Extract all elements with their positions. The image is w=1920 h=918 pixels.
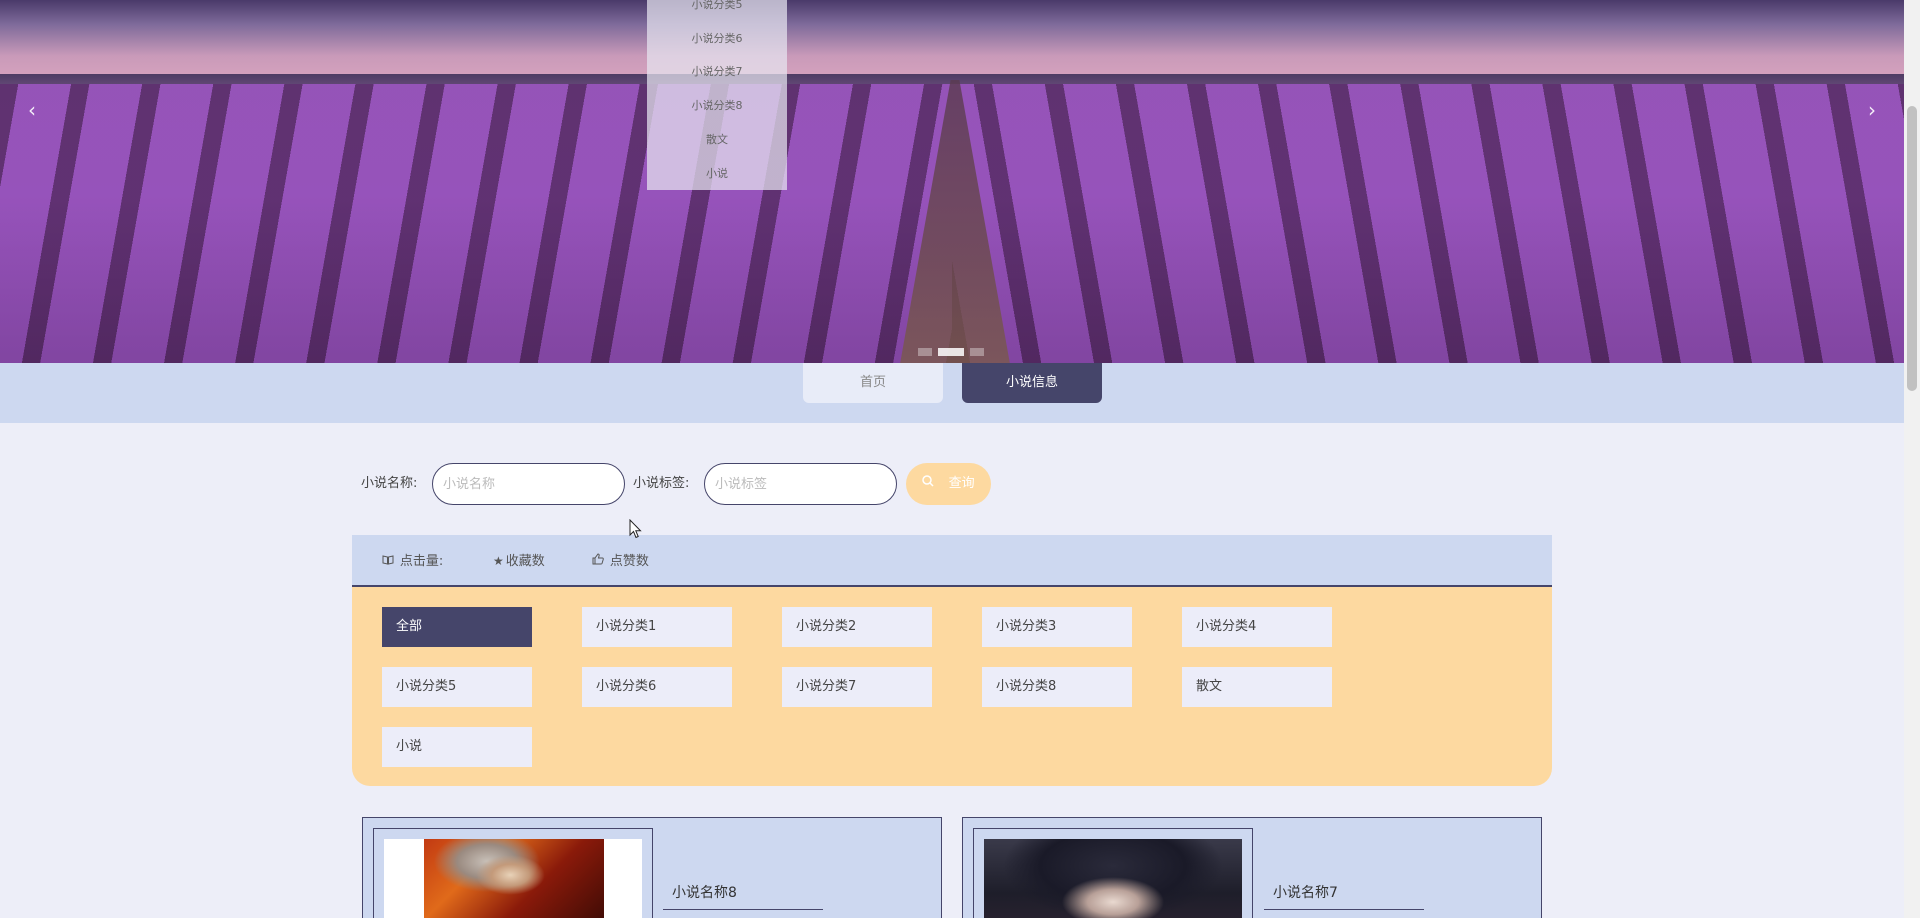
sort-likes[interactable]: 点赞数 [592, 553, 649, 570]
search-icon [922, 463, 934, 505]
carousel-dot-active[interactable] [938, 348, 964, 356]
novel-tag-label: 小说标签: [633, 476, 690, 491]
scrollbar-thumb[interactable] [1907, 106, 1917, 391]
category-item[interactable]: 小说分类7 [782, 667, 932, 707]
novel-title[interactable]: 小说名称8 [672, 884, 737, 902]
category-dropdown-menu: 小说分类5 小说分类6 小说分类7 小说分类8 散文 小说 [647, 0, 787, 190]
mouse-cursor-icon [629, 518, 643, 539]
category-item[interactable]: 小说分类4 [1182, 607, 1332, 647]
book-icon [382, 554, 398, 568]
main-nav: 首页 小说信息 [0, 363, 1904, 423]
novel-cover-image[interactable] [984, 839, 1242, 918]
title-underline [1264, 909, 1424, 910]
dropdown-item[interactable]: 小说 [647, 165, 787, 183]
category-item[interactable]: 散文 [1182, 667, 1332, 707]
search-button-label: 查询 [948, 476, 975, 491]
dropdown-item[interactable]: 小说分类5 [647, 0, 787, 14]
dropdown-item[interactable]: 小说分类7 [647, 63, 787, 81]
carousel-dot[interactable] [970, 348, 984, 356]
novel-cover-bg [984, 839, 1242, 918]
banner-sky [0, 0, 1904, 80]
page-scrollbar[interactable] [1904, 0, 1920, 918]
novel-name-input[interactable] [432, 463, 625, 505]
dropdown-item[interactable]: 小说分类8 [647, 97, 787, 115]
dropdown-item[interactable]: 小说分类6 [647, 30, 787, 48]
novel-title[interactable]: 小说名称7 [1273, 884, 1338, 902]
nav-novel-info[interactable]: 小说信息 [962, 363, 1102, 403]
dropdown-item[interactable]: 散文 [647, 131, 787, 149]
category-item[interactable]: 小说分类1 [582, 607, 732, 647]
thumbs-up-icon [592, 553, 608, 568]
category-all[interactable]: 全部 [382, 607, 532, 647]
category-item[interactable]: 小说分类8 [982, 667, 1132, 707]
chevron-left-icon[interactable]: ‹ [28, 100, 36, 120]
sort-favorites-label: 收藏数 [505, 554, 545, 569]
nav-home[interactable]: 首页 [803, 363, 943, 403]
novel-card[interactable]: 小说名称8 [362, 817, 942, 918]
banner-field-right [952, 84, 1904, 363]
novel-cover-image[interactable] [424, 839, 604, 918]
sort-clicks-label: 点击量: [399, 554, 444, 569]
chevron-right-icon[interactable]: › [1868, 100, 1876, 120]
novel-cover-bg [384, 839, 642, 918]
novel-cover-frame [373, 828, 653, 918]
novel-tag-input[interactable] [704, 463, 897, 505]
sort-favorites[interactable]: ★ 收藏数 [493, 553, 545, 570]
carousel-dot[interactable] [918, 348, 932, 356]
category-panel: 全部 小说分类1 小说分类2 小说分类3 小说分类4 小说分类5 小说分类6 小… [352, 587, 1552, 786]
category-item[interactable]: 小说分类3 [982, 607, 1132, 647]
category-item[interactable]: 小说分类6 [582, 667, 732, 707]
sort-bar: 点击量: ★ 收藏数 点赞数 [352, 535, 1552, 587]
category-item[interactable]: 小说分类5 [382, 667, 532, 707]
novel-card[interactable]: 小说名称7 [962, 817, 1542, 918]
novel-name-label: 小说名称: [361, 476, 418, 491]
category-item[interactable]: 小说 [382, 727, 532, 767]
category-item[interactable]: 小说分类2 [782, 607, 932, 647]
search-button[interactable]: 查询 [906, 463, 991, 505]
carousel-indicators [918, 348, 984, 356]
sort-clicks[interactable]: 点击量: [382, 553, 443, 570]
sort-likes-label: 点赞数 [609, 554, 649, 569]
title-underline [663, 909, 823, 910]
hero-banner: ‹ › [0, 0, 1904, 363]
star-icon: ★ [493, 554, 504, 568]
novel-cover-frame [973, 828, 1253, 918]
